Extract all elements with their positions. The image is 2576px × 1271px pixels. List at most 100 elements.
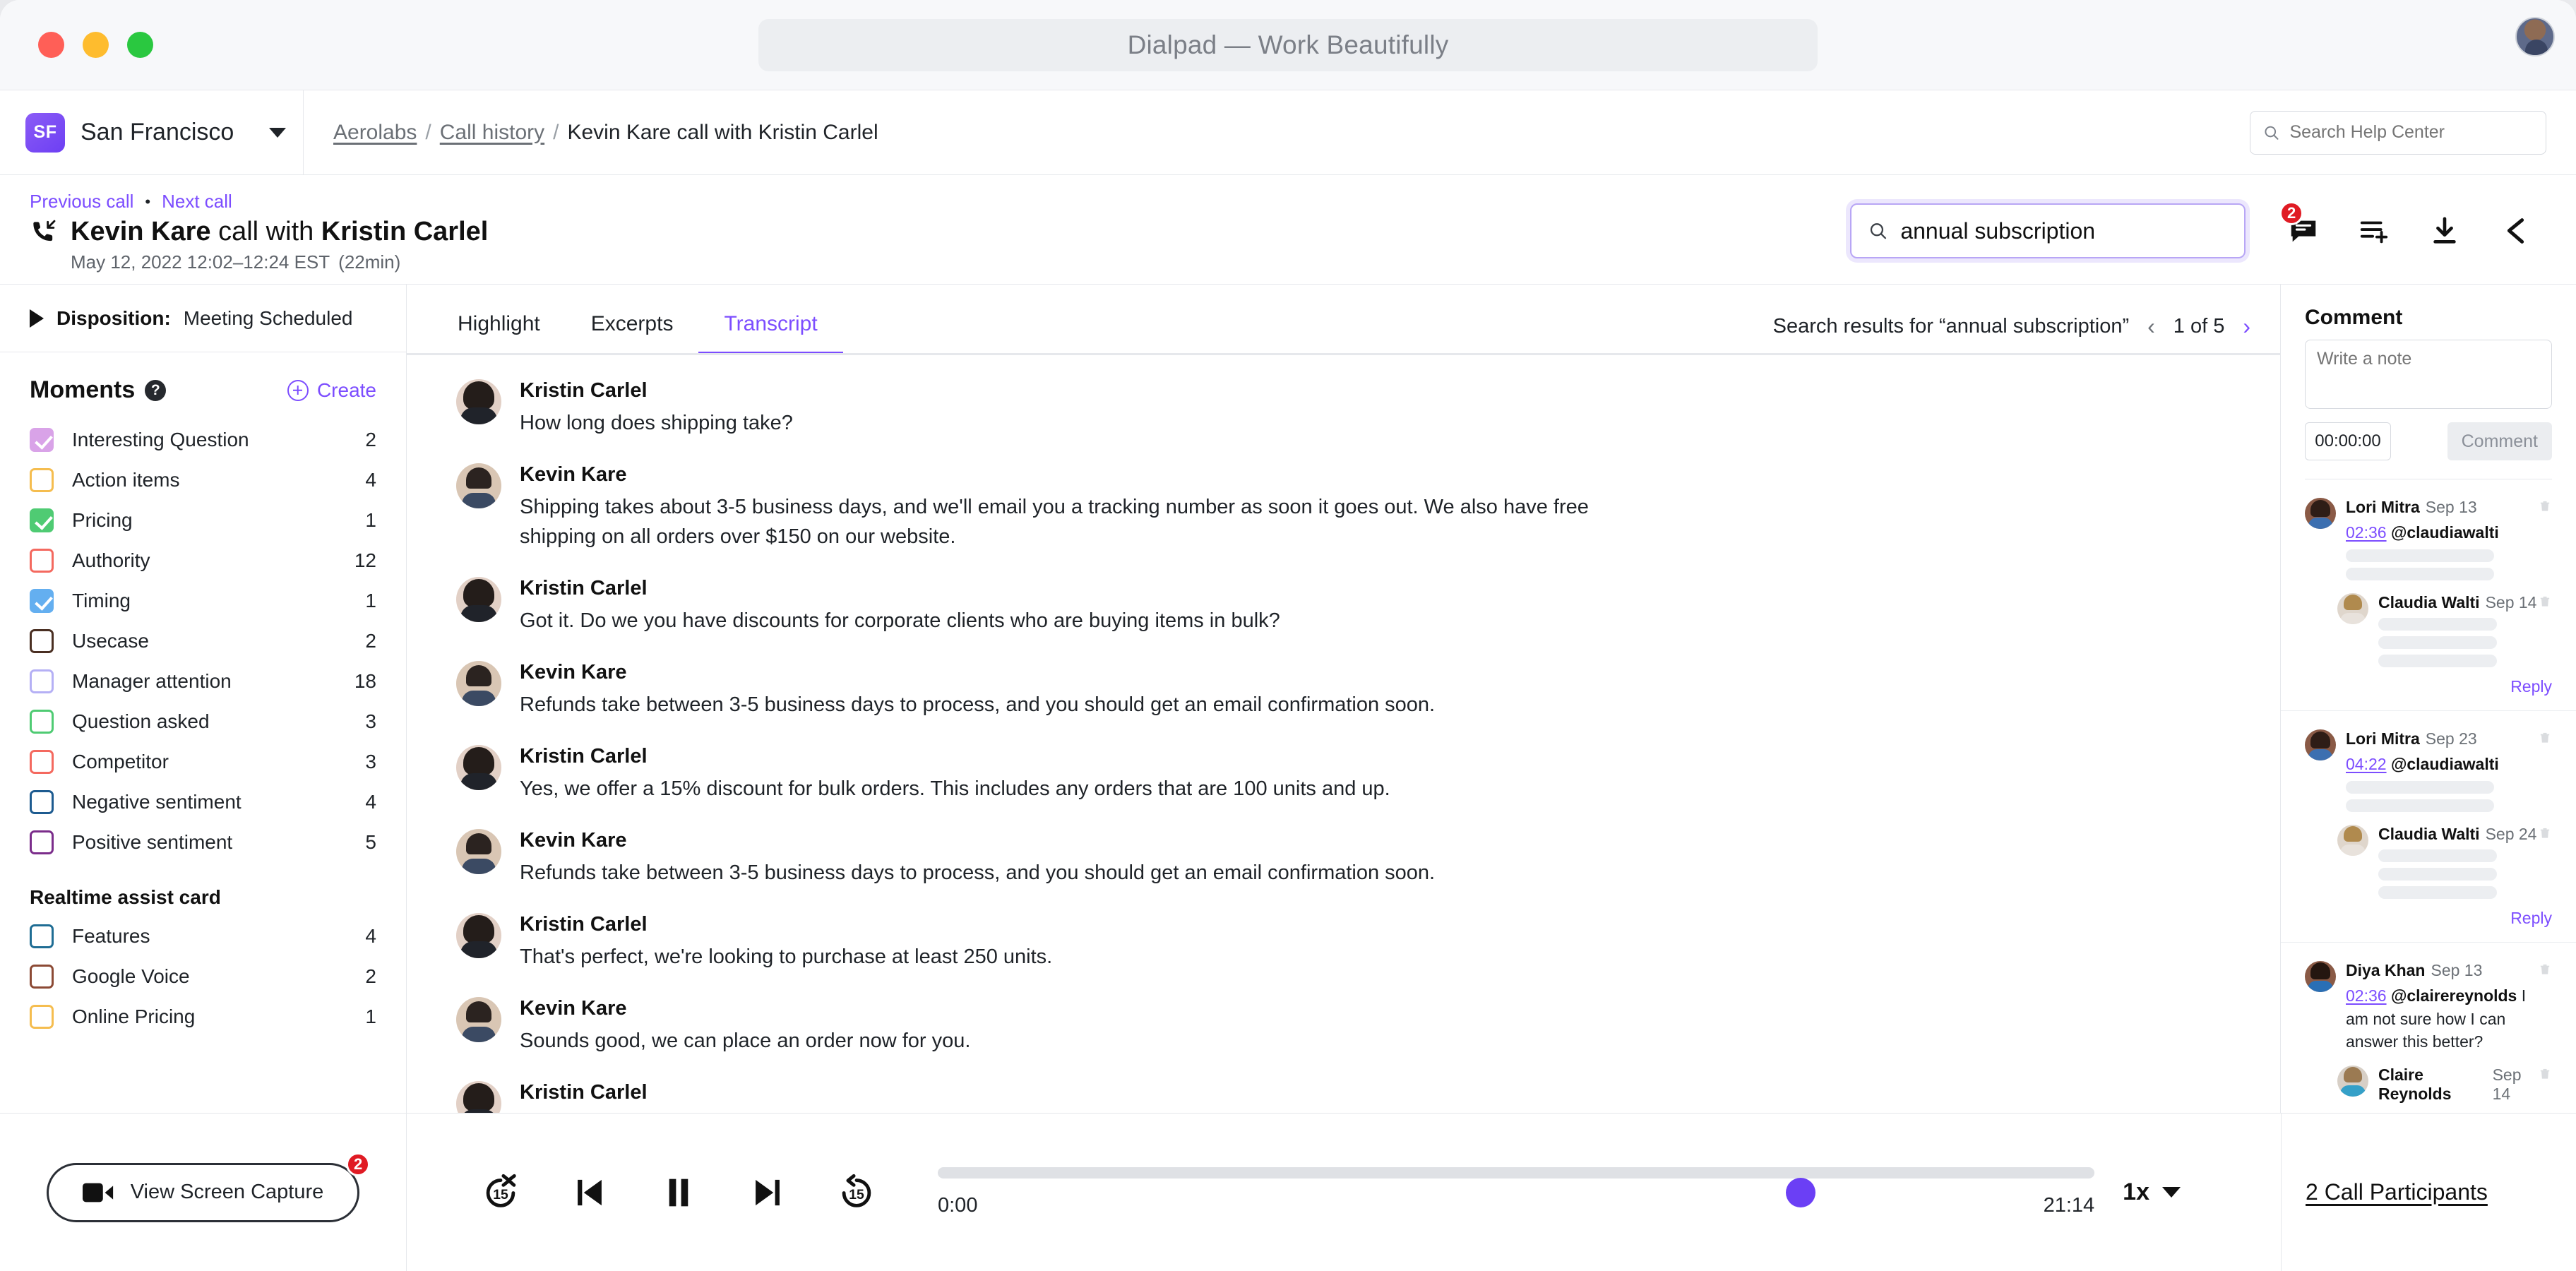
moment-row[interactable]: Google Voice2	[30, 956, 376, 996]
seek-thumb[interactable]	[1786, 1178, 1815, 1207]
moment-row[interactable]: Features4	[30, 916, 376, 956]
moment-checkbox[interactable]	[30, 549, 54, 573]
next-track-button[interactable]	[747, 1172, 788, 1213]
minimize-window-button[interactable]	[83, 32, 109, 58]
transcript-turn[interactable]: Kristin CarlelThat's perfect, we're look…	[407, 913, 2280, 972]
transcript-search-input[interactable]	[1900, 218, 2227, 244]
total-time: 21:14	[2044, 1194, 2095, 1217]
transcript-panel: HighlightExcerptsTranscript Search resul…	[407, 285, 2281, 1154]
maximize-window-button[interactable]	[127, 32, 153, 58]
comment-timecode[interactable]: 04:22	[2346, 755, 2387, 773]
call-title-middle: call with	[211, 217, 321, 246]
seek-track[interactable]	[938, 1167, 2094, 1178]
transcript-turn[interactable]: Kristin CarlelYes, we offer a 15% discou…	[407, 745, 2280, 804]
delete-icon[interactable]	[2538, 1066, 2552, 1082]
view-screen-capture-button[interactable]: 2 View Screen Capture	[47, 1163, 360, 1222]
transcript-text: Got it. Do we you have discounts for cor…	[520, 606, 1621, 636]
moment-checkbox[interactable]	[30, 629, 54, 653]
comment-mention[interactable]: @claudiawalti	[2391, 755, 2499, 773]
add-to-playlist-button[interactable]	[2356, 213, 2392, 249]
delete-icon[interactable]	[2538, 961, 2552, 978]
comment-timecode[interactable]: 02:36	[2346, 523, 2387, 542]
speaker-avatar	[456, 829, 501, 874]
rewind-15-button[interactable]: 15	[836, 1172, 877, 1213]
transcript-turn[interactable]: Kevin KareShipping takes about 3-5 busin…	[407, 463, 2280, 551]
skip-forward-15-button[interactable]: 15	[480, 1172, 521, 1213]
comment-mention[interactable]: @claudiawalti	[2391, 523, 2499, 542]
help-icon[interactable]: ?	[145, 380, 166, 401]
comment-note-input[interactable]	[2305, 340, 2552, 409]
breadcrumb-root[interactable]: Aerolabs	[333, 121, 417, 145]
moment-row[interactable]: Negative sentiment4	[30, 782, 376, 822]
moment-row[interactable]: Action items4	[30, 460, 376, 500]
player-right: 2 Call Participants	[2281, 1114, 2576, 1271]
tab-highlight[interactable]: Highlight	[432, 312, 566, 355]
transcript-turn[interactable]: Kevin KareRefunds take between 3-5 busin…	[407, 829, 2280, 888]
close-window-button[interactable]	[38, 32, 64, 58]
transcript-turn[interactable]: Kevin KareSounds good, we can place an o…	[407, 997, 2280, 1056]
pause-button[interactable]	[658, 1172, 699, 1213]
download-button[interactable]	[2426, 213, 2463, 249]
moment-row[interactable]: Positive sentiment5	[30, 822, 376, 862]
moment-count: 1	[365, 590, 376, 612]
moment-checkbox[interactable]	[30, 924, 54, 948]
moment-row[interactable]: Online Pricing1	[30, 996, 376, 1037]
reply-link[interactable]: Reply	[2305, 909, 2552, 928]
view-screen-capture-label: View Screen Capture	[131, 1181, 324, 1204]
moment-checkbox[interactable]	[30, 428, 54, 452]
moment-row[interactable]: Authority12	[30, 540, 376, 580]
create-moment-button[interactable]: Create	[287, 379, 376, 402]
moment-count: 12	[354, 549, 376, 572]
prev-result-button[interactable]: ‹	[2147, 314, 2155, 340]
comment-thread: Lori MitraSep 2304:22 @claudiawaltiClaud…	[2281, 711, 2576, 943]
transcript-search[interactable]	[1850, 203, 2246, 258]
breadcrumb-section[interactable]: Call history	[440, 121, 544, 145]
transcript-turn[interactable]: Kevin KareRefunds take between 3-5 busin…	[407, 661, 2280, 720]
comment-timecode[interactable]: 02:36	[2346, 986, 2387, 1005]
reply-link[interactable]: Reply	[2305, 677, 2552, 696]
seek-bar[interactable]: 0:00 21:14	[938, 1167, 2094, 1217]
comment-mention[interactable]: @clairereynolds	[2391, 986, 2517, 1005]
transcript-turn[interactable]: Kristin CarlelHow long does shipping tak…	[407, 379, 2280, 438]
submit-comment-button[interactable]: Comment	[2447, 422, 2552, 460]
moment-checkbox[interactable]	[30, 710, 54, 734]
call-participants-link[interactable]: 2 Call Participants	[2306, 1179, 2488, 1205]
moment-checkbox[interactable]	[30, 468, 54, 492]
moment-checkbox[interactable]	[30, 750, 54, 774]
transcript-turn[interactable]: Kristin CarlelGot it. Do we you have dis…	[407, 577, 2280, 636]
moment-checkbox[interactable]	[30, 669, 54, 693]
previous-track-button[interactable]	[569, 1172, 610, 1213]
moment-row[interactable]: Interesting Question2	[30, 419, 376, 460]
moment-checkbox[interactable]	[30, 508, 54, 532]
office-badge: SF	[25, 113, 65, 153]
next-call-link[interactable]: Next call	[162, 191, 232, 213]
moment-checkbox[interactable]	[30, 790, 54, 814]
moment-row[interactable]: Competitor3	[30, 741, 376, 782]
delete-icon[interactable]	[2538, 498, 2552, 515]
delete-icon[interactable]	[2538, 825, 2552, 842]
office-selector[interactable]: SF San Francisco	[0, 90, 304, 174]
delete-icon[interactable]	[2538, 593, 2552, 610]
tab-excerpts[interactable]: Excerpts	[566, 312, 699, 355]
moment-checkbox[interactable]	[30, 965, 54, 989]
moment-checkbox[interactable]	[30, 830, 54, 854]
delete-icon[interactable]	[2538, 729, 2552, 746]
moment-row[interactable]: Pricing1	[30, 500, 376, 540]
disposition-row[interactable]: Disposition: Meeting Scheduled	[0, 285, 406, 352]
moment-row[interactable]: Usecase2	[30, 621, 376, 661]
share-button[interactable]	[2497, 213, 2534, 249]
next-result-button[interactable]: ›	[2243, 314, 2250, 340]
previous-call-link[interactable]: Previous call	[30, 191, 133, 213]
moment-row[interactable]: Timing1	[30, 580, 376, 621]
comments-button[interactable]: 2	[2285, 213, 2322, 249]
help-center-search[interactable]	[2250, 111, 2546, 155]
comment-timestamp-field[interactable]: 00:00:00	[2305, 422, 2391, 460]
moment-row[interactable]: Question asked3	[30, 701, 376, 741]
playback-speed-selector[interactable]: 1x	[2123, 1178, 2181, 1206]
moment-row[interactable]: Manager attention18	[30, 661, 376, 701]
moment-checkbox[interactable]	[30, 589, 54, 613]
tab-transcript[interactable]: Transcript	[698, 312, 842, 355]
account-avatar[interactable]	[2515, 17, 2555, 56]
moment-checkbox[interactable]	[30, 1005, 54, 1029]
help-search-input[interactable]	[2289, 122, 2533, 143]
